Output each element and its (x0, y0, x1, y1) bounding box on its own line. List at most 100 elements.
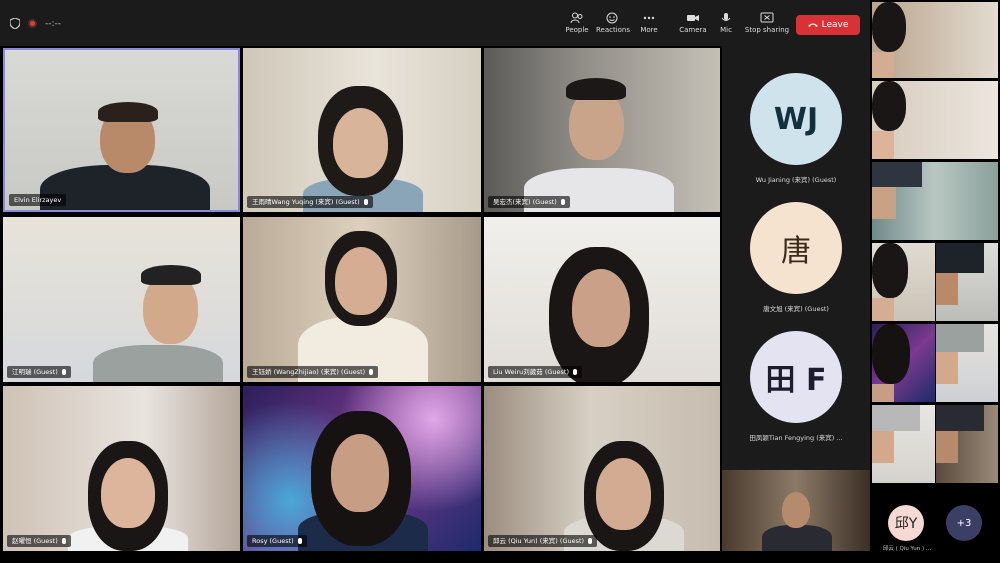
stop-sharing-icon (760, 12, 774, 23)
mic-button[interactable]: Mic (706, 12, 746, 34)
participant-thumbnail[interactable] (936, 243, 998, 321)
meeting-timer: --:-- (45, 18, 62, 29)
mic-muted-icon (573, 369, 577, 375)
mic-muted-icon (560, 199, 565, 205)
participant-name: 江明瑞 (Guest) (7, 366, 71, 378)
person-face (872, 384, 894, 402)
toolbar-status: --:-- (10, 18, 61, 29)
more-icon (643, 16, 655, 20)
person-face (936, 431, 958, 463)
mic-muted-icon (61, 369, 66, 375)
participant-thumbnail[interactable] (872, 2, 998, 78)
participant-avatar[interactable]: 唐 (750, 202, 842, 294)
camera-icon (687, 15, 699, 21)
participant-strip (870, 0, 1000, 563)
recording-icon[interactable] (28, 19, 37, 28)
person-body (936, 324, 984, 352)
video-tile[interactable] (722, 470, 870, 551)
participant-thumbnail[interactable] (936, 405, 998, 483)
participant-thumbnail[interactable] (936, 324, 998, 402)
leave-button[interactable]: Leave (796, 15, 860, 35)
participant-name: 王雨晴Wang Yuqing (来宾) (Guest) (247, 196, 373, 208)
person-face (333, 108, 388, 178)
participant-avatar[interactable]: WJ (750, 73, 842, 165)
mic-muted-icon (297, 538, 302, 544)
person-hair (141, 265, 201, 285)
phone-hangup-icon (807, 23, 818, 27)
person-body (872, 405, 920, 431)
video-tile[interactable]: 王钰娇 (WangZhijiao) (来宾) (Guest) (243, 217, 481, 382)
person-face (572, 269, 630, 347)
person-body (872, 162, 922, 187)
person-hair (566, 78, 626, 100)
reactions-icon (606, 12, 618, 24)
participant-name: Elvin Elirzayev (9, 194, 67, 206)
participant-name: 赵曜恒 (Guest) (7, 535, 71, 547)
participant-name: 唐文旭 (来宾) (Guest) (763, 305, 829, 313)
person-face (872, 52, 894, 78)
person-hair (98, 102, 158, 122)
person-hair (872, 2, 906, 52)
stop-sharing-label: Stop sharing (744, 26, 790, 34)
avatar-initials: 田 F (765, 363, 827, 398)
more-button[interactable]: More (629, 12, 669, 34)
person-face (101, 458, 155, 528)
video-tile[interactable]: 王雨晴Wang Yuqing (来宾) (Guest) (243, 48, 481, 212)
more-label: More (640, 26, 658, 34)
mic-label: Mic (720, 26, 732, 34)
person-face (872, 131, 894, 159)
more-participants-button[interactable]: +3 (946, 505, 982, 541)
person-face (782, 492, 810, 528)
participant-thumbnail[interactable] (872, 243, 935, 321)
person-face (872, 431, 894, 463)
video-tile[interactable]: Rosy (Guest) (243, 386, 481, 551)
video-tile[interactable]: 江明瑞 (Guest) (3, 217, 240, 382)
person-body (936, 405, 984, 431)
shield-icon[interactable] (10, 18, 20, 29)
participant-name: 邱云 (Qiu Yun) (来宾) (Guest) (488, 535, 598, 547)
person-body (936, 243, 984, 273)
reactions-button[interactable]: Reactions (593, 12, 633, 34)
person-face (335, 247, 387, 315)
person-face (872, 187, 896, 219)
participant-avatar[interactable]: 田 F (750, 331, 842, 423)
avatar-initials: 邱Y (894, 516, 918, 532)
participant-name: Wu Jianing (来宾) (Guest) (755, 176, 837, 184)
reactions-label: Reactions (595, 26, 631, 34)
participant-name: Rosy (Guest) (247, 535, 307, 547)
person-hair (872, 81, 906, 131)
person-face (872, 298, 894, 321)
leave-label: Leave (821, 20, 849, 30)
participant-name: 王钰娇 (WangZhijiao) (来宾) (Guest) (247, 366, 379, 378)
video-tile[interactable]: Liu Weiru刘葳茹 (Guest) (484, 217, 720, 382)
video-tile[interactable]: 邱云 (Qiu Yun) (来宾) (Guest) (484, 386, 720, 551)
people-button[interactable]: People (557, 12, 597, 34)
mic-muted-icon (588, 538, 593, 544)
video-tile[interactable]: Elvin Elirzayev (3, 48, 240, 212)
stop-sharing-button[interactable]: Stop sharing (744, 12, 790, 34)
participant-thumbnail[interactable] (872, 162, 998, 240)
participant-name: 田凤颖Tian Fengying (来宾) ... (749, 434, 843, 442)
participant-thumbnail[interactable] (872, 405, 935, 483)
participant-name: 邱云 ( Qiu Yun ) ... (882, 546, 932, 552)
camera-label: Camera (679, 26, 707, 34)
person-body (93, 345, 223, 382)
mic-muted-icon (363, 199, 368, 205)
people-label: People (565, 26, 589, 34)
participant-thumbnail[interactable] (872, 324, 935, 402)
mic-muted-icon (369, 369, 374, 375)
participant-name: 吴宏杰(来宾) (Guest) (488, 196, 570, 208)
avatar-initials: WJ (773, 101, 819, 137)
participant-avatar[interactable]: 邱Y (888, 505, 924, 541)
people-icon (570, 12, 583, 24)
participant-thumbnail[interactable] (872, 81, 998, 159)
person-face (936, 352, 958, 384)
participant-name: Liu Weiru刘葳茹 (Guest) (488, 366, 582, 378)
video-tile[interactable]: 吴宏杰(来宾) (Guest) (484, 48, 720, 212)
video-tile[interactable]: 赵曜恒 (Guest) (3, 386, 240, 551)
person-hair (872, 324, 910, 384)
meeting-toolbar: --:-- People Reactions More Camera Mic S… (0, 0, 870, 46)
mic-icon (721, 13, 731, 21)
person-hair (872, 243, 908, 298)
mic-muted-icon (61, 538, 66, 544)
